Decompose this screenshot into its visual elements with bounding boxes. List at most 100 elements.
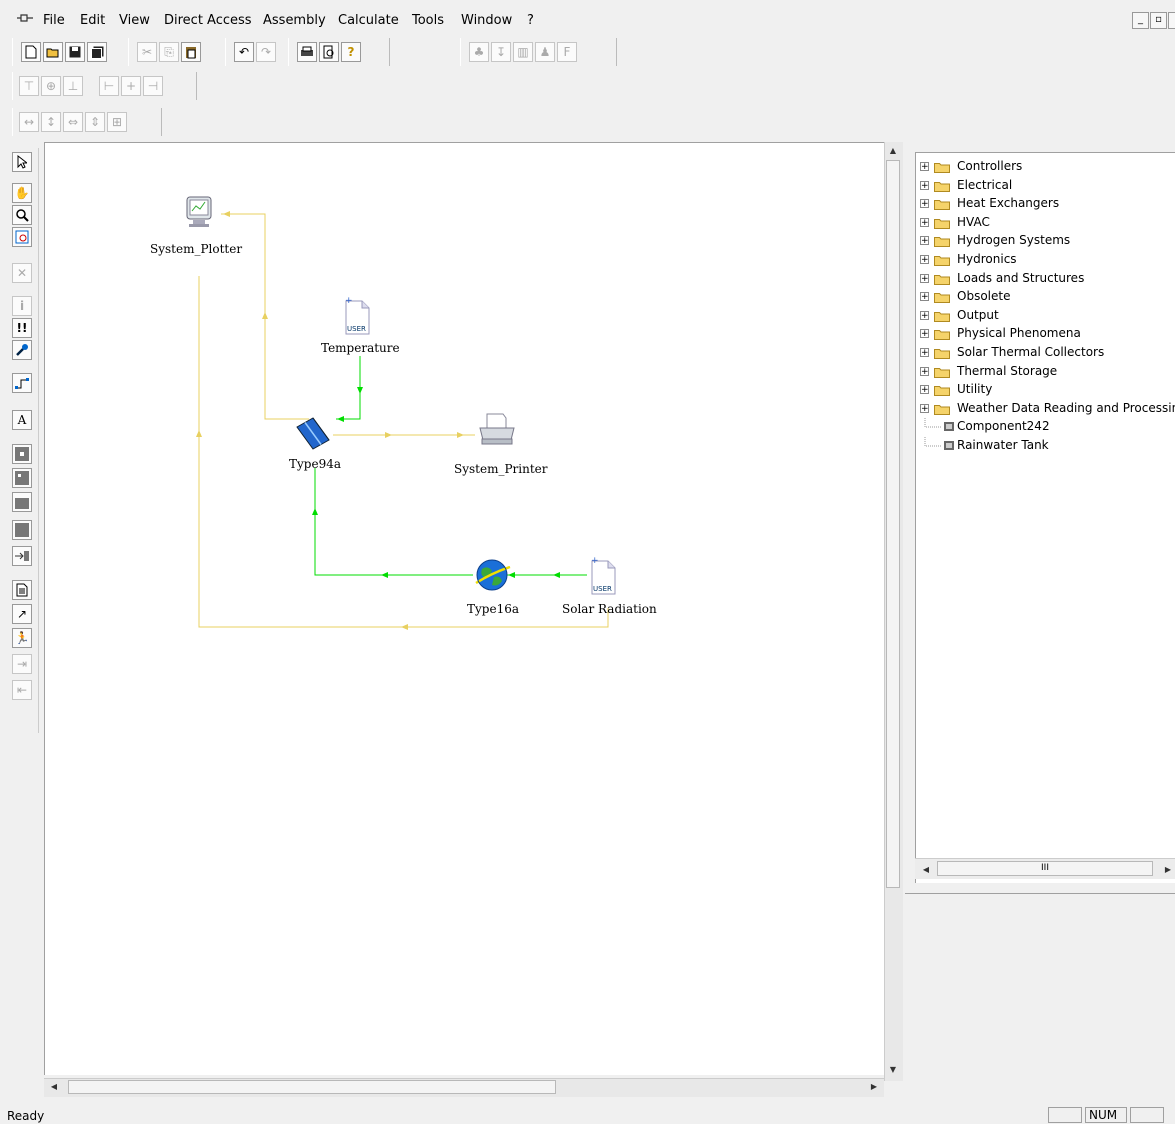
redo-icon[interactable]: ↷ bbox=[256, 42, 276, 62]
align-left-icon[interactable]: ⊢ bbox=[99, 76, 119, 96]
import-page-icon[interactable]: ⇤ bbox=[12, 680, 32, 700]
save-icon[interactable] bbox=[65, 42, 85, 62]
expand-plus-icon[interactable]: + bbox=[920, 310, 929, 320]
run-icon[interactable]: 🏃 bbox=[12, 628, 32, 648]
scroll-down-icon[interactable]: ▼ bbox=[885, 1062, 901, 1078]
help-icon[interactable]: ? bbox=[341, 42, 361, 62]
align-top-icon[interactable]: ⊤ bbox=[19, 76, 39, 96]
menu-file[interactable]: File bbox=[40, 13, 68, 28]
menu-tools[interactable]: Tools bbox=[409, 13, 447, 28]
save-all-icon[interactable] bbox=[87, 42, 107, 62]
component-library-tree[interactable]: + Controllers + Electrical + Heat Exchangers +… bbox=[915, 152, 1175, 883]
print-icon[interactable] bbox=[297, 42, 317, 62]
scroll-left-icon[interactable]: ◀ bbox=[46, 1079, 62, 1095]
info-icon[interactable]: i bbox=[12, 296, 32, 316]
menu-assembly[interactable]: Assembly bbox=[260, 13, 329, 28]
expand-plus-icon[interactable]: + bbox=[920, 385, 929, 395]
link-temperature-to-collector[interactable] bbox=[336, 356, 363, 422]
expand-plus-icon[interactable]: + bbox=[920, 329, 929, 339]
menu-view[interactable]: View bbox=[116, 13, 153, 28]
temperature-user-file-icon[interactable]: + USER bbox=[340, 293, 374, 340]
printer-icon[interactable] bbox=[477, 411, 517, 452]
fortran-icon[interactable]: F bbox=[557, 42, 577, 62]
plotter-icon[interactable] bbox=[183, 195, 215, 234]
space-horizontal-icon[interactable]: ↔ bbox=[19, 112, 39, 132]
menu-edit[interactable]: Edit bbox=[77, 13, 108, 28]
undo-icon[interactable]: ↶ bbox=[234, 42, 254, 62]
select-arrow-icon[interactable] bbox=[12, 152, 32, 172]
macro-icon[interactable] bbox=[12, 444, 32, 464]
close-icon[interactable] bbox=[1168, 12, 1175, 29]
tree-scroll-right-icon[interactable]: ▶ bbox=[1160, 862, 1175, 878]
undo-group: ↶ ↷ bbox=[225, 38, 289, 66]
expand-plus-icon[interactable]: + bbox=[920, 292, 929, 302]
open-file-icon[interactable] bbox=[43, 42, 63, 62]
same-height-icon[interactable]: ⇕ bbox=[85, 112, 105, 132]
paste-icon[interactable] bbox=[181, 42, 201, 62]
link-collector-to-printer[interactable] bbox=[333, 432, 475, 438]
assembly-canvas[interactable]: System_Plotter + USER Temperature Type94a… bbox=[44, 142, 885, 1075]
link-solar-radiation-to-plotter[interactable] bbox=[196, 276, 609, 630]
expand-plus-icon[interactable]: + bbox=[920, 162, 929, 172]
scroll-right-icon[interactable]: ▶ bbox=[866, 1079, 882, 1095]
space-vertical-icon[interactable]: ↕ bbox=[41, 112, 61, 132]
menu-direct-access[interactable]: Direct Access bbox=[161, 13, 255, 28]
menu-calculate[interactable]: Calculate bbox=[335, 13, 402, 28]
export-macro-icon[interactable] bbox=[12, 492, 32, 512]
unmacro-icon[interactable] bbox=[12, 468, 32, 488]
zoom-icon[interactable] bbox=[12, 205, 32, 225]
expand-plus-icon[interactable]: + bbox=[920, 180, 929, 190]
tree-scroll-left-icon[interactable]: ◀ bbox=[918, 862, 934, 878]
print-preview-icon[interactable] bbox=[319, 42, 339, 62]
export-page-icon[interactable]: ⇥ bbox=[12, 654, 32, 674]
type16a-globe-icon[interactable] bbox=[472, 555, 512, 598]
same-size-icon[interactable]: ⊞ bbox=[107, 112, 127, 132]
align-toolbar: ⊤ ⊕ ⊥ ⊢ + ⊣ bbox=[0, 72, 200, 102]
same-width-icon[interactable]: ⇔ bbox=[63, 112, 83, 132]
canvas-horizontal-scroll-thumb[interactable] bbox=[68, 1080, 556, 1094]
pan-hand-icon[interactable]: ✋ bbox=[12, 183, 32, 203]
import-icon[interactable] bbox=[12, 546, 32, 566]
tree-scroll-thumb[interactable]: III bbox=[937, 861, 1153, 876]
expand-plus-icon[interactable]: + bbox=[920, 273, 929, 283]
collector-pv-panel-icon[interactable] bbox=[295, 415, 333, 454]
expand-plus-icon[interactable]: + bbox=[920, 403, 929, 413]
expand-plus-icon[interactable]: + bbox=[920, 255, 929, 265]
align-right-icon[interactable]: ⊣ bbox=[143, 76, 163, 96]
expand-plus-icon[interactable]: + bbox=[920, 217, 929, 227]
align-center-icon[interactable]: + bbox=[121, 76, 141, 96]
variables-icon[interactable]: !! bbox=[12, 318, 32, 338]
person-icon[interactable]: ♟ bbox=[535, 42, 555, 62]
align-bottom-icon[interactable]: ⊥ bbox=[63, 76, 83, 96]
hierarchy-icon[interactable]: ♣ bbox=[469, 42, 489, 62]
canvas-vertical-scroll-thumb[interactable] bbox=[886, 160, 900, 888]
cut-icon[interactable]: ✂ bbox=[137, 42, 157, 62]
delete-icon[interactable]: ✕ bbox=[12, 263, 32, 283]
expand-plus-icon[interactable]: + bbox=[920, 199, 929, 209]
macro-layer-icon[interactable] bbox=[12, 520, 32, 540]
menu-help[interactable]: ? bbox=[524, 13, 537, 28]
minimize-icon[interactable]: _ bbox=[1132, 12, 1149, 29]
link-solar-radiation-to-type16a[interactable] bbox=[505, 572, 587, 578]
grid-table-icon[interactable]: ▥ bbox=[513, 42, 533, 62]
expand-plus-icon[interactable]: + bbox=[920, 366, 929, 376]
scroll-up-icon[interactable]: ▲ bbox=[885, 143, 901, 159]
expand-plus-icon[interactable]: + bbox=[920, 348, 929, 358]
download-icon[interactable]: ↧ bbox=[491, 42, 511, 62]
copy-icon[interactable]: ⎘ bbox=[159, 42, 179, 62]
expand-plus-icon[interactable]: + bbox=[920, 236, 929, 246]
wrench-icon[interactable] bbox=[12, 340, 32, 360]
text-tool-icon[interactable]: A bbox=[12, 410, 32, 430]
svg-text:+: + bbox=[591, 556, 599, 566]
new-file-icon[interactable] bbox=[21, 42, 41, 62]
link-tool-icon[interactable] bbox=[12, 373, 32, 393]
link-type16a-to-collector[interactable] bbox=[312, 468, 473, 578]
zoom-area-icon[interactable] bbox=[12, 227, 32, 247]
document-icon[interactable] bbox=[12, 580, 32, 600]
pen-icon[interactable]: ↗ bbox=[12, 604, 32, 624]
app-icon[interactable] bbox=[16, 12, 36, 28]
solar-radiation-user-file-icon[interactable]: + USER bbox=[586, 553, 620, 600]
restore-icon[interactable]: ▫ bbox=[1150, 12, 1167, 29]
align-middle-icon[interactable]: ⊕ bbox=[41, 76, 61, 96]
menu-window[interactable]: Window bbox=[458, 13, 515, 28]
